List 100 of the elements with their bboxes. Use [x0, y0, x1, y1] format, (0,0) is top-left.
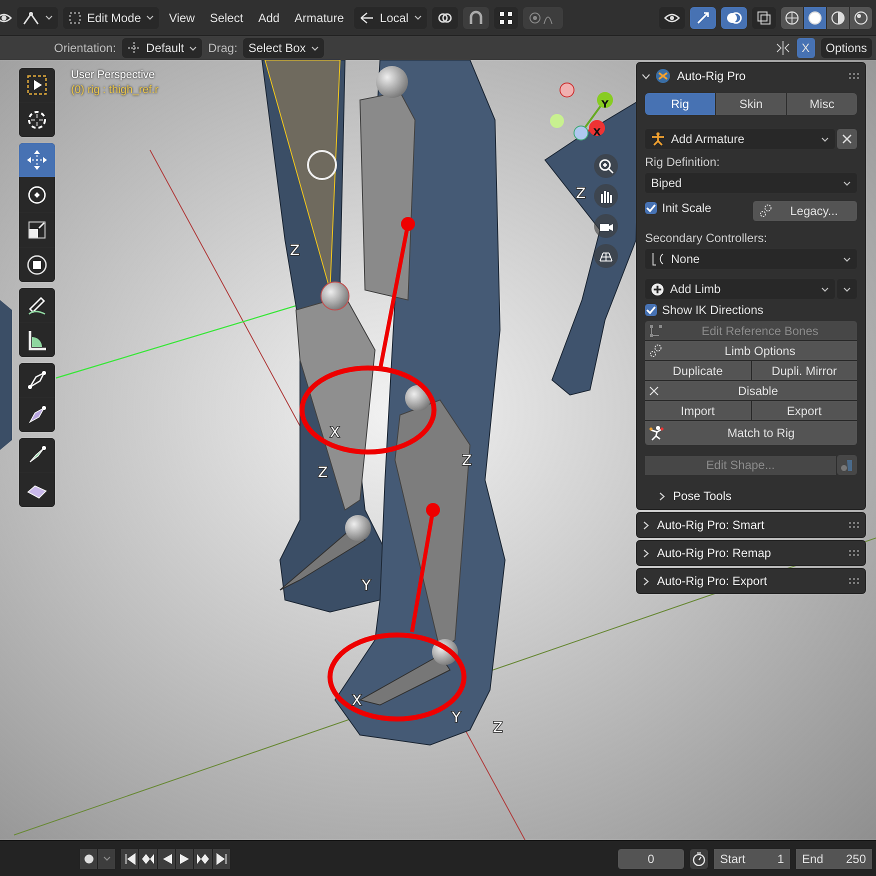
- record-button[interactable]: [80, 848, 97, 868]
- panel-header[interactable]: Auto-Rig Pro: [637, 63, 865, 89]
- overlay-toggle[interactable]: [721, 6, 747, 28]
- navigation-gizmo[interactable]: [550, 82, 613, 140]
- panel-button[interactable]: Import: [645, 401, 750, 420]
- grip-icon[interactable]: [849, 550, 859, 556]
- collapsed-panel-header[interactable]: Auto-Rig Pro: Remap: [636, 540, 866, 566]
- stopwatch-button[interactable]: [690, 848, 708, 868]
- chevron-icon: [643, 576, 649, 586]
- snap-target-button[interactable]: [494, 6, 518, 28]
- caret-icon: [821, 286, 829, 292]
- panel-title: Auto-Rig Pro: Smart: [657, 518, 766, 532]
- grip-icon[interactable]: [849, 578, 859, 584]
- jump-start-button[interactable]: [121, 848, 138, 868]
- menu-item[interactable]: Add: [253, 10, 285, 24]
- overlay-circles-icon: [726, 10, 742, 26]
- panel-tab[interactable]: Misc: [787, 93, 857, 115]
- menu-item[interactable]: View: [164, 10, 200, 24]
- play-icon: [178, 852, 190, 864]
- menu-item[interactable]: Armature: [290, 10, 349, 24]
- menu-item[interactable]: Select: [204, 10, 248, 24]
- init-scale-checkbox[interactable]: Init Scale: [645, 201, 712, 215]
- play-reverse-button[interactable]: [158, 848, 175, 868]
- chevron-icon: [643, 548, 649, 558]
- shading-button[interactable]: [850, 6, 872, 28]
- grip-icon[interactable]: [849, 522, 859, 528]
- hand-icon[interactable]: [594, 184, 618, 208]
- rig-definition-dropdown[interactable]: Biped: [645, 173, 857, 193]
- visibility-button[interactable]: [659, 6, 685, 28]
- gizmo-axis-label: X: [593, 128, 601, 139]
- shading-button[interactable]: [781, 6, 803, 28]
- gizmo-axis-label: Y: [601, 100, 609, 111]
- panel-button[interactable]: Export: [752, 401, 857, 420]
- jump-end-button[interactable]: [213, 848, 230, 868]
- move-icon: [25, 148, 49, 172]
- expand-button[interactable]: [837, 279, 857, 299]
- grid-icon[interactable]: [594, 244, 618, 268]
- move-tool-button[interactable]: [19, 143, 55, 177]
- panel-tab[interactable]: Rig: [645, 93, 715, 115]
- roll-icon: [25, 368, 49, 392]
- drag-dropdown[interactable]: Select Box: [243, 38, 324, 58]
- show-ik-directions-checkbox[interactable]: Show IK Directions: [645, 303, 764, 317]
- panel-button[interactable]: Match to Rig: [645, 421, 857, 445]
- start-frame-field[interactable]: Start 1: [714, 848, 790, 868]
- eye-icon: [664, 10, 680, 24]
- panel-button[interactable]: Limb Options: [645, 341, 857, 360]
- pivot-button[interactable]: [432, 6, 458, 28]
- orientation-dropdown[interactable]: Local: [354, 6, 427, 28]
- pose-tools-subpanel[interactable]: Pose Tools: [645, 479, 857, 503]
- sphere-icon: [831, 10, 845, 24]
- collapsed-panel-header[interactable]: Auto-Rig Pro: Export: [636, 568, 866, 594]
- mirror-icon: [774, 40, 791, 56]
- current-frame-field[interactable]: 0: [618, 848, 684, 868]
- mirror-x-toggle[interactable]: X: [796, 38, 815, 58]
- shading-button[interactable]: [827, 6, 849, 28]
- gears-icon: [759, 204, 773, 218]
- grid-squares-icon: [498, 10, 513, 24]
- axis-label: X: [330, 425, 340, 441]
- xray-button[interactable]: [752, 6, 776, 28]
- proportional-edit-button[interactable]: [522, 6, 563, 28]
- next-keyframe-button[interactable]: [194, 848, 212, 868]
- panel-button[interactable]: Disable: [645, 381, 857, 400]
- axis-label: X: [352, 693, 362, 709]
- shading-button[interactable]: [804, 6, 826, 28]
- axis-label: Z: [318, 465, 328, 481]
- options-button[interactable]: Options: [820, 38, 872, 58]
- add-armature-dropdown[interactable]: Add Armature: [645, 129, 835, 149]
- select-box-icon: [68, 10, 82, 24]
- grip-icon[interactable]: [849, 73, 859, 79]
- play-button[interactable]: [176, 848, 193, 868]
- prev-keyframe-button[interactable]: [139, 848, 157, 868]
- transform-orientation-dropdown[interactable]: Default: [122, 38, 202, 58]
- snap-button[interactable]: [462, 6, 489, 28]
- panel-button[interactable]: Duplicate: [645, 361, 750, 380]
- subpanel-title: Pose Tools: [673, 489, 732, 503]
- editor-type-button[interactable]: [17, 6, 58, 28]
- zoom-icon[interactable]: [594, 154, 618, 178]
- add-limb-dropdown[interactable]: Add Limb: [645, 279, 835, 299]
- mode-dropdown[interactable]: Edit Mode: [63, 6, 160, 28]
- collapsed-panel-header[interactable]: Auto-Rig Pro: Smart: [636, 512, 866, 538]
- cursor-icon: [25, 108, 49, 132]
- secondary-controllers-dropdown[interactable]: None: [645, 249, 857, 269]
- close-button[interactable]: [837, 129, 857, 149]
- x-icon: [649, 386, 659, 396]
- arrow-icon: [695, 10, 711, 26]
- rig-definition-label: Rig Definition:: [645, 155, 720, 169]
- panel-title: Auto-Rig Pro: Export: [657, 574, 768, 588]
- panel-button[interactable]: Dupli. Mirror: [752, 361, 857, 380]
- caret-icon: [45, 15, 53, 20]
- gizmo-toggle[interactable]: [690, 6, 716, 28]
- sphere-icon: [808, 10, 822, 24]
- legacy-button[interactable]: Legacy...: [753, 201, 857, 221]
- armature-icon: [22, 10, 40, 26]
- axes-icon: [127, 41, 142, 55]
- active-object-label: (0) rig : thigh_ref.r: [71, 84, 158, 96]
- panel-tab[interactable]: Skin: [716, 93, 786, 115]
- camera-icon[interactable]: [594, 214, 618, 238]
- end-frame-field[interactable]: End 250: [796, 848, 872, 868]
- record-options-button[interactable]: [98, 848, 115, 868]
- axes-icon: [358, 10, 375, 24]
